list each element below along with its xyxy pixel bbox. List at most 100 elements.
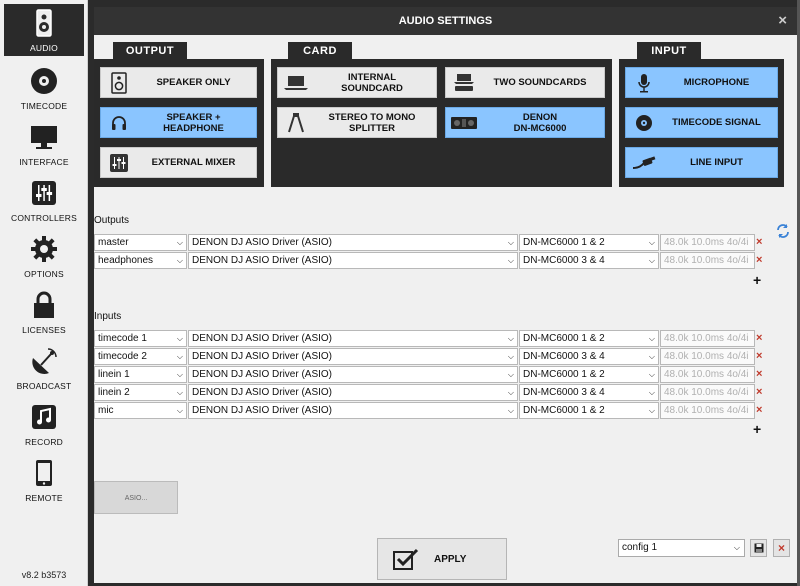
channel-select[interactable]: DN-MC6000 1 & 2 ⌵ xyxy=(519,402,659,419)
speaker-icon xyxy=(36,9,52,37)
button-label: MICROPHONE xyxy=(683,77,750,88)
cell-value: DENON DJ ASIO Driver (ASIO) xyxy=(192,351,333,362)
delete-icon[interactable]: × xyxy=(756,348,766,365)
driver-select[interactable]: DENON DJ ASIO Driver (ASIO) ⌵ xyxy=(188,402,518,419)
chevron-down-icon: ⌵ xyxy=(648,238,655,247)
chevron-down-icon: ⌵ xyxy=(176,370,183,379)
input-name-select[interactable]: linein 2 ⌵ xyxy=(94,384,187,401)
sidebar: AUDIO TIMECODE INTERFACE CONTROLLERS OPT… xyxy=(0,0,88,586)
tab-input: INPUT xyxy=(637,42,701,60)
device-info: 48.0k 10.0ms 4o/4i xyxy=(660,402,755,419)
delete-icon[interactable]: × xyxy=(756,252,766,269)
chevron-down-icon: ⌵ xyxy=(507,352,514,361)
driver-select[interactable]: DENON DJ ASIO Driver (ASIO) ⌵ xyxy=(188,252,518,269)
input-section: MICROPHONE TIMECODE SIGNAL LINE INPUT xyxy=(619,59,784,187)
sidebar-item-label: AUDIO xyxy=(30,43,58,53)
input-name-select[interactable]: mic ⌵ xyxy=(94,402,187,419)
delete-icon[interactable]: × xyxy=(756,234,766,251)
chevron-down-icon: ⌵ xyxy=(648,352,655,361)
headphones-icon xyxy=(112,115,126,130)
refresh-icon[interactable] xyxy=(776,223,790,239)
channel-select[interactable]: DN-MC6000 1 & 2 ⌵ xyxy=(519,234,659,251)
sidebar-item-record[interactable]: RECORD xyxy=(4,398,84,450)
config-value: config 1 xyxy=(622,542,658,553)
external-mixer-button[interactable]: EXTERNAL MIXER xyxy=(100,147,257,178)
channel-select[interactable]: DN-MC6000 3 & 4 ⌵ xyxy=(519,252,659,269)
button-label: LINE INPUT xyxy=(690,157,743,168)
sidebar-item-label: CONTROLLERS xyxy=(11,213,77,223)
input-name-select[interactable]: timecode 1 ⌵ xyxy=(94,330,187,347)
chevron-down-icon: ⌵ xyxy=(648,388,655,397)
rca-cable-icon xyxy=(632,155,656,169)
internal-soundcard-button[interactable]: INTERNAL SOUNDCARD xyxy=(277,67,437,98)
channel-select[interactable]: DN-MC6000 3 & 4 ⌵ xyxy=(519,384,659,401)
denon-dn-mc6000-button[interactable]: DENON DN-MC6000 xyxy=(445,107,605,138)
tab-output: OUTPUT xyxy=(113,42,187,60)
driver-select[interactable]: DENON DJ ASIO Driver (ASIO) ⌵ xyxy=(188,234,518,251)
cell-value: master xyxy=(98,237,129,248)
button-label: TIMECODE SIGNAL xyxy=(672,117,761,128)
microphone-button[interactable]: MICROPHONE xyxy=(625,67,778,98)
delete-icon[interactable]: × xyxy=(756,384,766,401)
sidebar-item-audio[interactable]: AUDIO xyxy=(4,4,84,56)
sidebar-item-label: RECORD xyxy=(24,437,64,447)
output-name-select[interactable]: headphones ⌵ xyxy=(94,252,187,269)
audio-settings-dialog: AUDIO SETTINGS × OUTPUT SPEAKER ONLY SPE… xyxy=(94,7,797,583)
driver-select[interactable]: DENON DJ ASIO Driver (ASIO) ⌵ xyxy=(188,384,518,401)
button-label: DENON xyxy=(522,111,558,123)
chevron-down-icon: ⌵ xyxy=(648,406,655,415)
button-label: SOUNDCARD xyxy=(341,82,403,94)
driver-select[interactable]: DENON DJ ASIO Driver (ASIO) ⌵ xyxy=(188,366,518,383)
line-input-button[interactable]: LINE INPUT xyxy=(625,147,778,178)
chevron-down-icon: ⌵ xyxy=(648,334,655,343)
lock-icon xyxy=(34,291,54,318)
sidebar-item-options[interactable]: OPTIONS xyxy=(4,230,84,282)
dialog-title: AUDIO SETTINGS xyxy=(398,15,493,27)
speaker-only-button[interactable]: SPEAKER ONLY xyxy=(100,67,257,98)
speaker-headphone-button[interactable]: SPEAKER + HEADPHONE xyxy=(100,107,257,138)
button-label: INTERNAL xyxy=(347,71,397,83)
cell-value: headphones xyxy=(98,255,154,266)
speaker-icon xyxy=(111,71,127,94)
device-info: 48.0k 10.0ms 4o/4i xyxy=(660,348,755,365)
add-output-icon[interactable]: + xyxy=(753,272,761,288)
delete-icon[interactable]: × xyxy=(756,402,766,419)
chevron-down-icon: ⌵ xyxy=(507,238,514,247)
chevron-down-icon: ⌵ xyxy=(176,406,183,415)
cell-value: DENON DJ ASIO Driver (ASIO) xyxy=(192,387,333,398)
button-label: TWO SOUNDCARDS xyxy=(493,77,587,88)
timecode-signal-button[interactable]: TIMECODE SIGNAL xyxy=(625,107,778,138)
cell-value: DN-MC6000 1 & 2 xyxy=(523,237,605,248)
device-info: 48.0k 10.0ms 4o/4i xyxy=(660,366,755,383)
inputs-label: Inputs xyxy=(94,311,122,322)
driver-select[interactable]: DENON DJ ASIO Driver (ASIO) ⌵ xyxy=(188,330,518,347)
add-input-icon[interactable]: + xyxy=(753,421,761,437)
output-name-select[interactable]: master ⌵ xyxy=(94,234,187,251)
config-select[interactable]: config 1 ⌵ xyxy=(618,539,745,557)
save-config-button[interactable] xyxy=(750,539,767,557)
channel-select[interactable]: DN-MC6000 1 & 2 ⌵ xyxy=(519,330,659,347)
sidebar-item-remote[interactable]: REMOTE xyxy=(4,454,84,506)
cell-value: DN-MC6000 3 & 4 xyxy=(523,351,605,362)
close-icon[interactable]: × xyxy=(778,7,787,35)
controller-icon xyxy=(451,116,477,129)
sidebar-item-interface[interactable]: INTERFACE xyxy=(4,118,84,170)
sidebar-item-timecode[interactable]: TIMECODE xyxy=(4,62,84,114)
channel-select[interactable]: DN-MC6000 1 & 2 ⌵ xyxy=(519,366,659,383)
two-soundcards-button[interactable]: TWO SOUNDCARDS xyxy=(445,67,605,98)
sidebar-item-controllers[interactable]: CONTROLLERS xyxy=(4,174,84,226)
asio-config-button[interactable]: ASIO... xyxy=(94,481,178,514)
delete-icon[interactable]: × xyxy=(756,330,766,347)
input-name-select[interactable]: timecode 2 ⌵ xyxy=(94,348,187,365)
delete-icon[interactable]: × xyxy=(756,366,766,383)
input-name-select[interactable]: linein 1 ⌵ xyxy=(94,366,187,383)
sidebar-item-broadcast[interactable]: BROADCAST xyxy=(4,342,84,394)
stereo-mono-splitter-button[interactable]: STEREO TO MONO SPLITTER xyxy=(277,107,437,138)
device-info: 48.0k 10.0ms 4o/4i xyxy=(660,384,755,401)
delete-config-button[interactable]: × xyxy=(773,539,790,557)
apply-button[interactable]: APPLY xyxy=(377,538,507,580)
sidebar-item-licenses[interactable]: LICENSES xyxy=(4,286,84,338)
driver-select[interactable]: DENON DJ ASIO Driver (ASIO) ⌵ xyxy=(188,348,518,365)
channel-select[interactable]: DN-MC6000 3 & 4 ⌵ xyxy=(519,348,659,365)
mixer-icon xyxy=(110,153,128,172)
